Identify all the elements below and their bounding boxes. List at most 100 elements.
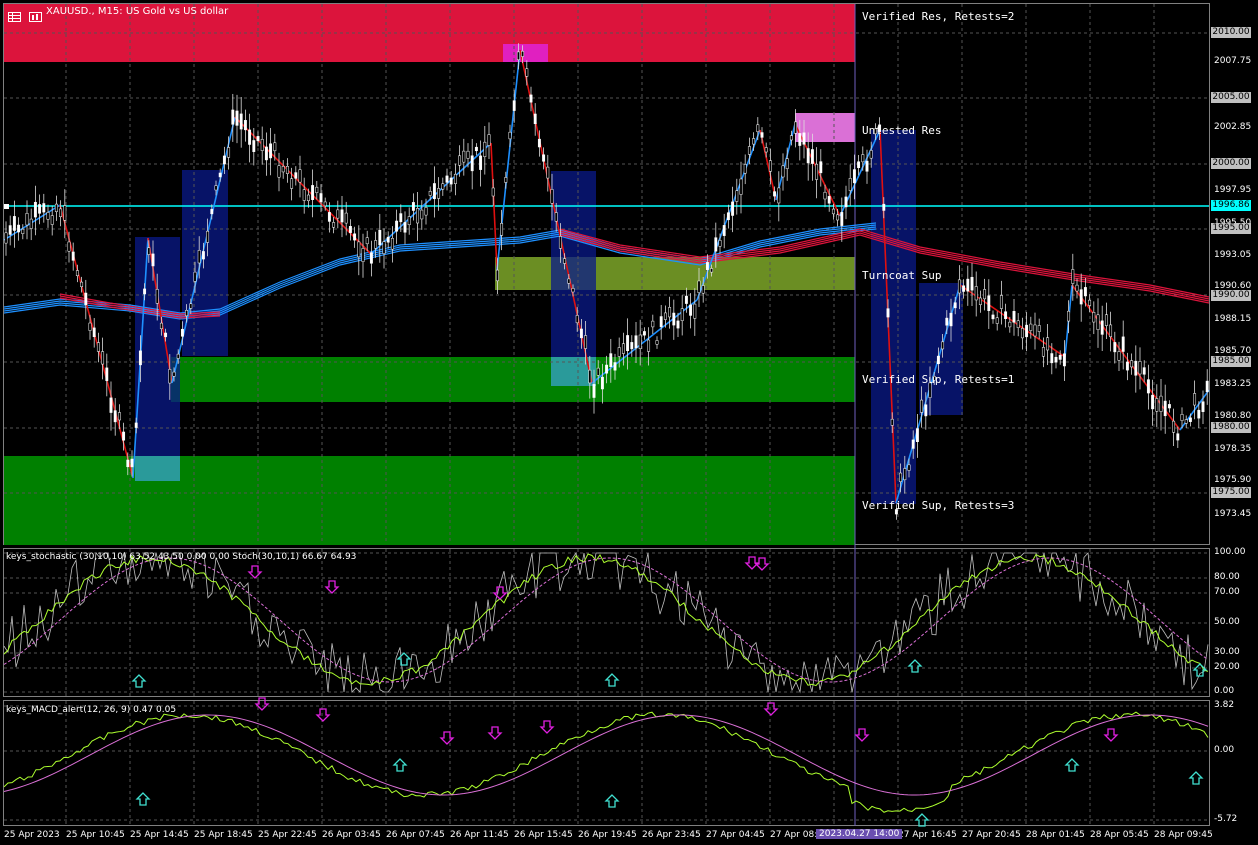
window-title: XAUUSD., M15: US Gold vs US dollar [46,6,229,17]
candle-body [899,472,903,482]
candle-body [239,113,243,130]
candle-body [613,362,617,371]
candle-body [38,204,42,214]
candle-body [768,160,772,172]
candle-body [987,295,991,311]
stoch-buy-arrow-icon [396,652,412,666]
macd-sell-arrow-icon [315,708,331,722]
time-label: 25 Apr 18:45 [194,830,253,840]
candle-body [117,412,121,421]
candle-body [672,312,676,326]
candle-body [126,459,130,468]
candle-body [42,203,46,213]
candle-body [508,131,512,140]
stoch-level: 100.00 [1214,547,1246,557]
stoch-slow-line [3,557,1209,683]
candle-body [311,185,315,200]
macd-sell-arrow-icon [763,702,779,716]
cyan-line-handle [4,204,9,209]
candle-body [1079,289,1083,305]
candle-body [890,418,894,426]
candle-body [479,155,483,170]
candle-body [735,190,739,202]
candle-body [67,241,71,252]
time-label: 28 Apr 05:45 [1090,830,1149,840]
candle-body [382,241,386,254]
stoch-level: 20.00 [1214,662,1240,672]
zigzag-segment [59,204,134,479]
candle-body [96,342,100,352]
candle-body [1075,284,1079,292]
candle-body [617,347,621,357]
candle-body [256,136,260,142]
time-label: 26 Apr 19:45 [578,830,637,840]
candle-body [974,286,978,301]
stoch-level: 70.00 [1214,587,1240,597]
chart-canvas[interactable] [0,0,1258,845]
highlight-box-1 [182,170,228,356]
candle-body [747,146,751,155]
table-icon[interactable] [8,7,21,22]
candle-body [453,173,457,184]
candle-body [752,138,756,145]
candle-body [29,218,33,229]
candle-body [722,225,726,236]
candle-body [403,222,407,233]
price-box: 1980.00 [1211,422,1251,433]
candle-body [487,134,491,146]
candle-body [260,139,264,151]
candle-body [458,155,462,166]
candle-body [243,120,247,131]
candle-body [374,240,378,249]
stoch-sell-arrow-icon [324,580,340,594]
candle-body [4,232,8,244]
candle-body [827,196,831,204]
macd-sell-arrow-icon [439,731,455,745]
time-cursor-label: 2023.04.27 14:00 [816,829,903,839]
candle-body [1004,311,1008,320]
candle-body [785,158,789,169]
candle-body [978,297,982,305]
candle-body [46,212,50,220]
candle-body [668,307,672,318]
time-label: 27 Apr 04:45 [706,830,765,840]
candle-body [857,161,861,169]
candle-body [911,439,915,449]
time-label: 25 Apr 2023 [4,830,60,840]
candle-body [1151,394,1155,410]
candle-body [395,220,399,232]
candle-body [147,247,151,255]
candle-body [281,166,285,173]
candle-body [143,288,147,295]
candle-body [84,292,88,306]
time-label: 25 Apr 14:45 [130,830,189,840]
candle-body [1025,324,1029,338]
candle-body [411,202,415,211]
candle-body [882,203,886,211]
candle-body [1046,337,1050,351]
candle-body [966,278,970,292]
candle-body [815,163,819,180]
candle-body [941,341,945,350]
price-tick: 1980.80 [1214,411,1252,421]
candle-body [676,320,680,329]
price-box: 1975.00 [1211,487,1251,498]
candle-body [844,196,848,208]
stoch-sell-arrow-icon [492,586,508,600]
candle-body [416,208,420,224]
macd-buy-arrow-icon [1188,771,1204,785]
candle-body [113,410,117,423]
candle-body [197,250,201,264]
chart-icon[interactable] [29,7,42,22]
candle-body [134,422,138,428]
stoch-buy-arrow-icon [907,659,923,673]
macd-main-line [3,711,1209,813]
candle-body [651,320,655,328]
candle-body [924,404,928,417]
candle-body [743,164,747,174]
candle-body [386,236,390,243]
candle-body [474,146,478,152]
candle-body [172,371,176,377]
candle-body [634,335,638,349]
candle-body [424,207,428,216]
